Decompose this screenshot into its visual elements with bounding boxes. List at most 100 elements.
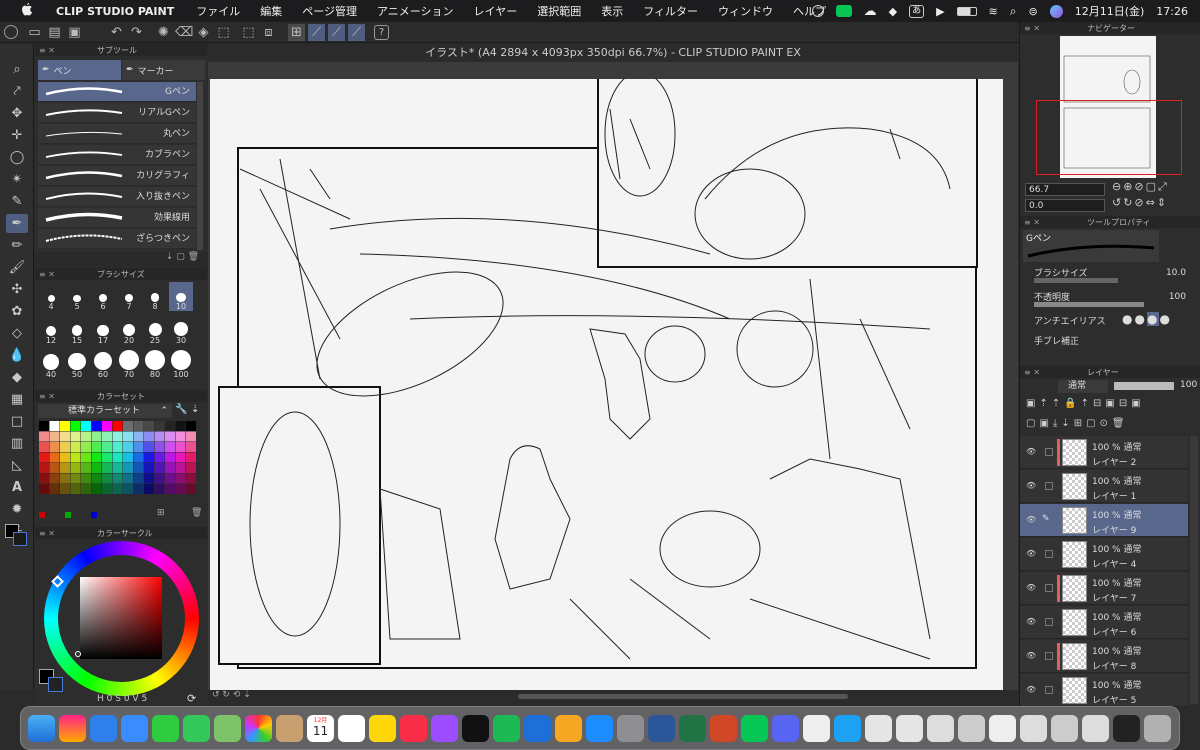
size-slider[interactable]	[1034, 278, 1118, 283]
layer-row[interactable]: 👁 100 % 通常 レイヤー 7	[1020, 572, 1188, 605]
twitter-icon[interactable]	[834, 715, 861, 742]
invert-selection-icon[interactable]: ⧈	[260, 24, 277, 41]
subtool-scrollbar[interactable]	[197, 82, 203, 250]
color-swatch[interactable]	[91, 452, 102, 463]
terminal-icon[interactable]	[1113, 715, 1140, 742]
blend-mode-dropdown[interactable]: 通常	[1058, 380, 1108, 393]
layer-toolbar-2[interactable]: ▢▣⤓⇣⊞▢⊙🗑	[1026, 418, 1196, 432]
color-swatch[interactable]	[112, 431, 123, 442]
color-swatch[interactable]	[70, 442, 81, 452]
lock-checkbox[interactable]	[1045, 550, 1053, 558]
color-swatch[interactable]	[102, 473, 112, 484]
deselect-icon[interactable]: ⬚	[240, 24, 257, 41]
wifi-icon[interactable]: ≋	[989, 5, 998, 18]
color-swatch[interactable]	[91, 484, 102, 494]
visibility-eye-icon[interactable]: 👁	[1026, 549, 1038, 558]
eraser-tool-icon[interactable]: ◇	[6, 324, 28, 343]
size-value[interactable]: 10.0	[1166, 268, 1186, 278]
color-swatch[interactable]	[154, 484, 165, 494]
color-swatch[interactable]	[60, 421, 70, 431]
brush-size-6[interactable]: 6	[91, 282, 115, 311]
brush-item-g-pen[interactable]: Gペン	[38, 82, 196, 102]
color-swatch[interactable]	[81, 452, 91, 463]
color-swatch[interactable]	[165, 473, 175, 484]
color-swatch[interactable]	[133, 484, 144, 494]
blue-swatch[interactable]	[91, 512, 97, 518]
layer-row[interactable]: 👁 100 % 通常 レイヤー 2	[1020, 436, 1188, 469]
color-swatch[interactable]	[70, 452, 81, 463]
rotation-controls[interactable]: ↺↻⊘⇔⇕	[1112, 196, 1168, 209]
brush-size-15[interactable]: 15	[65, 316, 89, 345]
panel-close-icon[interactable]: ≡ ✕	[39, 46, 57, 55]
color-swatch[interactable]	[165, 452, 175, 463]
color-swatch[interactable]	[144, 484, 154, 494]
color-swatch[interactable]	[70, 473, 81, 484]
color-swatch[interactable]	[133, 421, 144, 431]
app-logo-icon[interactable]	[4, 25, 18, 39]
lock-checkbox[interactable]	[1045, 618, 1053, 626]
color-swatch[interactable]	[154, 421, 165, 431]
visibility-eye-icon[interactable]: 👁	[1026, 617, 1038, 626]
color-swatch[interactable]	[70, 484, 81, 494]
green-swatch[interactable]	[65, 512, 71, 518]
color-swatch[interactable]	[102, 484, 112, 494]
brush-item-calligraphy[interactable]: カリグラフィ	[38, 166, 196, 186]
color-swatch[interactable]	[49, 452, 60, 463]
color-swatch[interactable]	[49, 473, 60, 484]
play-icon[interactable]: ▶	[936, 5, 944, 18]
drawing-canvas[interactable]	[210, 68, 1003, 690]
brush-size-7[interactable]: 7	[117, 282, 141, 311]
color-swatch[interactable]	[112, 452, 123, 463]
open-file-icon[interactable]: ▤	[46, 24, 63, 41]
figure-tool-icon[interactable]: □	[6, 412, 28, 431]
fill-tool-icon[interactable]: ◆	[6, 368, 28, 387]
brush-size-40[interactable]: 40	[39, 350, 63, 379]
color-swatch[interactable]	[154, 473, 165, 484]
brush-size-8[interactable]: 8	[143, 282, 167, 311]
brush-item-real-g-pen[interactable]: リアルGペン	[38, 103, 196, 123]
menu-date[interactable]: 12月11日(金)	[1075, 3, 1145, 19]
snap-special-ruler-icon[interactable]: ⟋	[308, 24, 325, 41]
color-swatch[interactable]	[165, 431, 175, 442]
add-color-icon[interactable]: ⊞	[157, 508, 165, 518]
trash-icon[interactable]	[1144, 715, 1171, 742]
color-swatch[interactable]	[39, 431, 49, 442]
visibility-eye-icon[interactable]: 👁	[1026, 583, 1038, 592]
record-icon[interactable]	[811, 5, 824, 17]
color-swatch[interactable]	[60, 452, 70, 463]
image-icon-2[interactable]	[1082, 715, 1109, 742]
color-swatch[interactable]	[39, 463, 49, 473]
brush-size-12[interactable]: 12	[39, 316, 63, 345]
color-swatch[interactable]	[102, 442, 112, 452]
document-icon[interactable]	[989, 715, 1016, 742]
pen-tool-icon[interactable]: ✒	[6, 214, 28, 233]
brush-size-80[interactable]: 80	[143, 350, 167, 379]
tab-pen[interactable]: ✒ ペン	[38, 60, 121, 80]
pages-icon[interactable]	[555, 715, 582, 742]
menu-animation[interactable]: アニメーション	[377, 3, 454, 19]
color-swatch[interactable]	[49, 431, 60, 442]
lasso-tool-icon[interactable]: ◯	[6, 148, 28, 167]
color-swatch[interactable]	[144, 473, 154, 484]
transform-icon[interactable]: ⬚	[215, 24, 232, 41]
layer-row[interactable]: 👁 ✎ 100 % 通常 レイヤー 9	[1020, 504, 1188, 537]
brush-size-60[interactable]: 60	[91, 350, 115, 379]
visibility-eye-icon[interactable]: 👁	[1026, 651, 1038, 660]
color-swatch[interactable]	[91, 473, 102, 484]
panel-close-icon[interactable]: ≡ ✕	[1024, 368, 1042, 377]
tv-icon[interactable]	[462, 715, 489, 742]
menu-file[interactable]: ファイル	[196, 3, 240, 19]
balloon-tool-icon[interactable]: ✹	[6, 500, 28, 519]
calendar-icon[interactable]: 12月 11	[307, 715, 334, 742]
system-preferences-icon[interactable]	[617, 715, 644, 742]
redo-icon[interactable]: ↷	[128, 24, 145, 41]
siri-icon[interactable]	[1049, 4, 1063, 18]
folder-icon[interactable]	[1020, 715, 1047, 742]
object-tool-icon[interactable]: ✥	[6, 104, 28, 123]
brush-item-rough-pen[interactable]: ざらつきペン	[38, 229, 196, 249]
brush-item-kabura-pen[interactable]: カブラペン	[38, 145, 196, 165]
clear-icon[interactable]: ✺	[155, 24, 172, 41]
color-swatch[interactable]	[133, 431, 144, 442]
decoration-tool-icon[interactable]: ✿	[6, 302, 28, 321]
text-tool-icon[interactable]: A	[6, 478, 28, 497]
